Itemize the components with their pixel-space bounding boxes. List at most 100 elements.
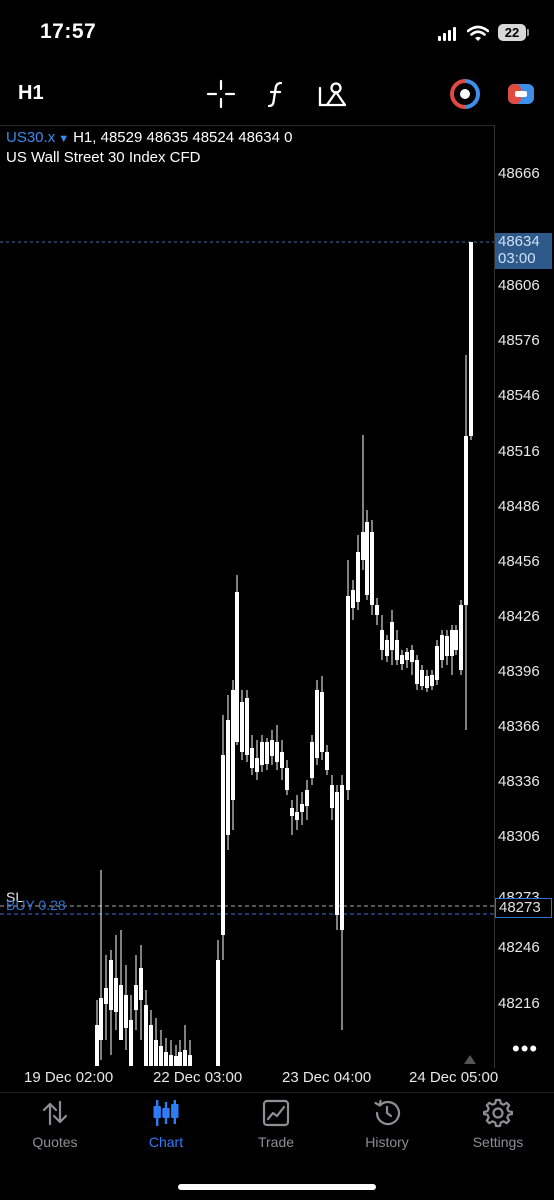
candle (325, 745, 329, 775)
nav-label: Trade (257, 1134, 295, 1150)
candle (124, 965, 128, 1050)
candle (154, 1018, 158, 1066)
chevron-down-icon[interactable]: ▼ (58, 133, 69, 145)
candle (216, 940, 220, 1066)
bar-countdown: 03:00 (498, 250, 536, 267)
nav-history[interactable]: History (332, 1098, 442, 1150)
candle (183, 1025, 187, 1066)
nav-settings[interactable]: Settings (443, 1098, 553, 1150)
candle (265, 738, 269, 770)
symbol-description: US Wall Street 30 Index CFD (6, 149, 201, 166)
battery-nub (527, 29, 529, 36)
candle (365, 510, 369, 600)
chart-icon (153, 1100, 179, 1126)
price-axis-tick: 48486 (498, 498, 540, 515)
candle (119, 930, 123, 1040)
candle (405, 648, 409, 668)
candle (415, 655, 419, 690)
trade-icon (262, 1099, 290, 1127)
candle (295, 795, 299, 830)
candle (139, 945, 143, 1040)
nav-label: Settings (472, 1134, 524, 1150)
nav-chart[interactable]: Chart (111, 1098, 221, 1150)
scroll-end-marker[interactable] (464, 1055, 476, 1064)
candle (240, 690, 244, 760)
position-label[interactable]: BUY 0.28 (6, 897, 66, 913)
candle (255, 740, 259, 780)
nav-separator (0, 1092, 554, 1093)
candle (450, 625, 454, 675)
chart-toggle-icon[interactable] (505, 78, 537, 110)
candle (330, 775, 334, 820)
candle (109, 950, 113, 1055)
price-axis-tick: 48456 (498, 553, 540, 570)
candle (231, 680, 235, 830)
candle (114, 935, 118, 1030)
history-icon (374, 1099, 401, 1126)
candle (285, 760, 289, 795)
candle (290, 800, 294, 835)
symbol-header: US30.x ▼ H1, 48529 48635 48524 48634 0 (6, 129, 292, 146)
price-axis-tick: 48576 (498, 332, 540, 349)
current-price-tag: 48634 03:00 (495, 233, 552, 269)
time-axis-tick: 19 Dec 02:00 (24, 1069, 114, 1086)
candle (346, 560, 350, 800)
candle (174, 1045, 178, 1066)
candle (164, 1038, 168, 1066)
quotes-icon (42, 1100, 68, 1126)
nav-quotes[interactable]: Quotes (0, 1098, 110, 1150)
candle (226, 695, 230, 850)
current-price: 48634 (498, 233, 540, 250)
candle (351, 580, 355, 620)
candle (104, 955, 108, 1040)
more-icon[interactable]: ••• (512, 1036, 538, 1062)
candle (95, 1000, 99, 1066)
candle (385, 635, 389, 662)
candle (435, 640, 439, 685)
price-axis-tick: 48396 (498, 663, 540, 680)
time-axis-tick: 22 Dec 03:00 (153, 1069, 243, 1086)
candle (380, 615, 384, 660)
candle (400, 650, 404, 670)
nav-label: History (365, 1134, 409, 1150)
price-axis-tick: 48216 (498, 995, 540, 1012)
nav-trade[interactable]: Trade (221, 1098, 331, 1150)
candle (464, 355, 468, 730)
candle (149, 1010, 153, 1066)
candle (169, 1040, 173, 1066)
candle (275, 725, 279, 770)
price-axis-tick: 48606 (498, 277, 540, 294)
candle (99, 870, 103, 1060)
candle (459, 600, 463, 675)
symbol-selector[interactable]: US30.x (6, 129, 55, 146)
candle (159, 1030, 163, 1066)
ohlc-values: H1, 48529 48635 48524 48634 0 (73, 129, 293, 146)
candle (430, 670, 434, 690)
candle (260, 735, 264, 772)
candle (270, 730, 274, 765)
time-axis-tick: 24 Dec 05:00 (409, 1069, 499, 1086)
candle (305, 780, 309, 820)
price-axis-tick: 48306 (498, 828, 540, 845)
settings-icon (483, 1098, 513, 1128)
candle (445, 630, 449, 665)
candle (340, 775, 344, 1030)
price-axis-tick: 48516 (498, 443, 540, 460)
candle (300, 792, 304, 825)
candle (454, 625, 458, 655)
candle (221, 715, 225, 960)
price-axis-tick: 48246 (498, 939, 540, 956)
home-indicator[interactable] (178, 1184, 376, 1190)
nav-label: Chart (148, 1134, 184, 1150)
candle (188, 1040, 192, 1066)
candle (410, 645, 414, 675)
stop-loss-price-tag: 48273 (495, 898, 552, 918)
candle (280, 740, 284, 780)
candle (178, 1040, 182, 1066)
time-axis-tick: 23 Dec 04:00 (282, 1069, 372, 1086)
price-axis-tick: 48546 (498, 387, 540, 404)
candle (395, 630, 399, 665)
candle (144, 990, 148, 1066)
candle (250, 735, 254, 775)
candle (235, 575, 239, 745)
